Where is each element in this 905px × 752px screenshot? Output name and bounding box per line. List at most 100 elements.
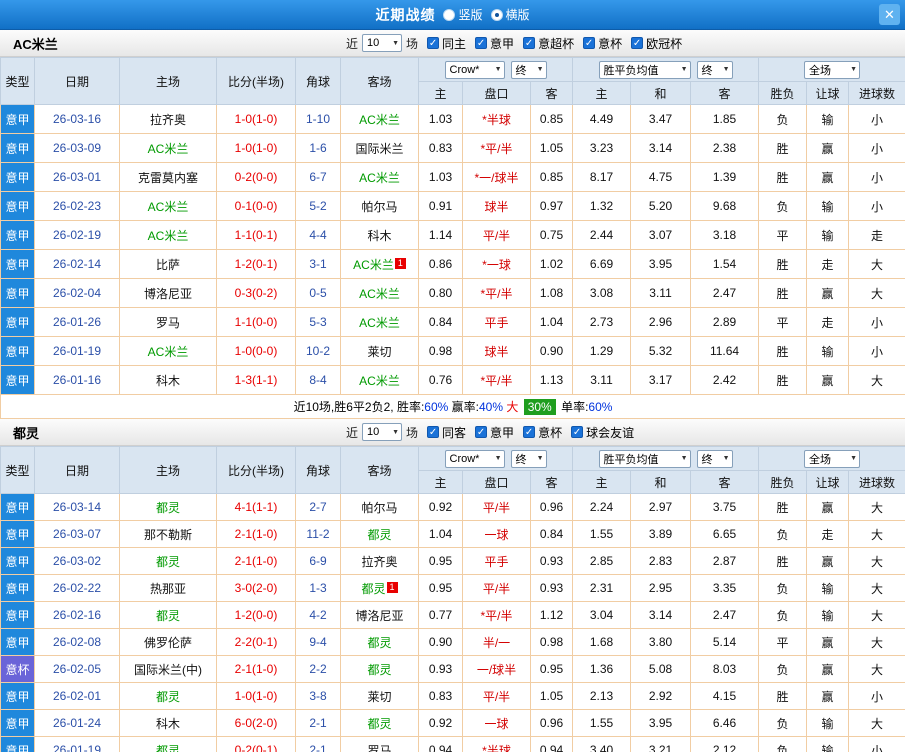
checkbox-label: 意杯 xyxy=(538,425,563,440)
column-header: 主 xyxy=(572,81,632,105)
filter-checkbox[interactable]: ✓ 意甲 xyxy=(475,35,514,52)
avg-final-select[interactable]: 终 ▼ xyxy=(696,449,733,468)
away-odds-cell: 0.93 xyxy=(529,574,574,602)
odds-company-select[interactable]: Crow* ▼ xyxy=(444,449,505,468)
team-name: AC米兰 xyxy=(13,36,58,52)
odds-company-select[interactable]: Crow* ▼ xyxy=(444,60,505,79)
avg-away-cell: 1.54 xyxy=(690,249,760,279)
checkbox-checked-icon: ✓ xyxy=(475,426,488,438)
filter-checkbox[interactable]: ✓ 意甲 xyxy=(475,424,514,441)
radio-vertical-layout[interactable]: 竖版 xyxy=(443,6,483,23)
radio-vertical-label: 竖版 xyxy=(458,8,483,22)
away-team-cell: 帕尔马 xyxy=(340,493,419,521)
odds-final-select[interactable]: 终 ▼ xyxy=(510,449,547,468)
home-team-cell: 拉齐奥 xyxy=(119,104,217,134)
column-header: 主场 xyxy=(119,446,217,494)
date-cell: 26-01-26 xyxy=(34,307,120,337)
date-cell: 26-02-08 xyxy=(34,628,120,656)
home-odds-cell: 1.04 xyxy=(418,520,463,548)
checkbox-label: 意杯 xyxy=(598,36,623,51)
summary-segment: 40% xyxy=(479,400,504,414)
filter-checkbox[interactable]: ✓ 意杯 xyxy=(523,424,562,441)
league-type-cell: 意甲 xyxy=(0,736,35,752)
column-header: 主 xyxy=(572,470,632,494)
avg-home-cell: 2.24 xyxy=(572,493,632,521)
team-section-1: AC米兰近 10 ▼ 场 ✓ 同主 ✓ 意甲 ✓ 意超杯 ✓ 意杯 ✓ 欧冠杯 类型 日期 主场 比分(半场) 角球… xyxy=(0,30,905,419)
odds-final-select[interactable]: 终 ▼ xyxy=(510,60,547,79)
date-cell: 26-02-19 xyxy=(34,220,120,250)
avg-draw-cell: 3.47 xyxy=(630,104,692,134)
table-row: 意甲 26-02-23 AC米兰 0-1(0-0) 5-2 帕尔马 0.91 球半 0.97 1.… xyxy=(0,191,905,221)
goals-result-cell: 小 xyxy=(848,682,905,710)
filter-checkbox[interactable]: ✓ 同客 xyxy=(427,424,466,441)
spread-result-cell: 走 xyxy=(806,520,850,548)
avg-odds-select[interactable]: 胜平负均值 ▼ xyxy=(598,449,691,468)
filter-checkbox[interactable]: ✓ 同主 xyxy=(427,35,466,52)
filter-checkbox[interactable]: ✓ 意杯 xyxy=(583,35,622,52)
close-button[interactable]: ✕ xyxy=(879,4,900,25)
home-team-cell: 克雷莫内塞 xyxy=(119,162,217,192)
radio-horizontal-layout[interactable]: 横版 xyxy=(490,6,530,23)
home-team-cell: 博洛尼亚 xyxy=(119,278,217,308)
scope-select[interactable]: 全场 ▼ xyxy=(804,449,861,468)
away-team-cell: 都灵 xyxy=(340,628,419,656)
home-team-name: 都灵 xyxy=(155,689,180,704)
match-count-select[interactable]: 10 ▼ xyxy=(362,34,403,52)
odds-final-select-value: 终 xyxy=(515,453,527,466)
matches-label: 场 xyxy=(406,36,419,51)
league-type-cell: 意甲 xyxy=(0,307,35,337)
spread-result-cell: 输 xyxy=(806,601,850,629)
handicap-cell: 球半 xyxy=(462,336,531,366)
home-team-name: 国际米兰(中) xyxy=(134,662,202,677)
away-team-cell: AC米兰 xyxy=(340,162,419,192)
avg-final-select[interactable]: 终 ▼ xyxy=(696,60,733,79)
home-team-name: AC米兰 xyxy=(147,141,189,156)
goals-result-cell: 大 xyxy=(848,628,905,656)
radio-checked-icon xyxy=(490,8,503,21)
date-cell: 26-01-19 xyxy=(34,336,120,366)
goals-result-cell: 大 xyxy=(848,601,905,629)
date-cell: 26-02-14 xyxy=(34,249,120,279)
avg-odds-select[interactable]: 胜平负均值 ▼ xyxy=(598,60,691,79)
column-header: 客场 xyxy=(340,57,419,105)
odds-company-select-value: Crow* xyxy=(449,452,480,465)
chevron-down-icon: ▼ xyxy=(494,455,502,462)
corner-cell: 2-1 xyxy=(295,709,341,737)
home-odds-cell: 0.91 xyxy=(418,191,463,221)
match-count-select-value: 10 xyxy=(367,426,380,438)
filter-checkbox[interactable]: ✓ 欧冠杯 xyxy=(631,35,682,52)
filter-checkbox[interactable]: ✓ 球会友谊 xyxy=(571,424,634,441)
result-cell: 胜 xyxy=(758,336,808,366)
away-odds-cell: 1.05 xyxy=(529,133,574,163)
score-cell: 2-1(1-0) xyxy=(216,547,296,575)
home-team-name: 都灵 xyxy=(155,743,180,752)
column-header: 胜负 xyxy=(758,81,808,105)
spread-result-cell: 赢 xyxy=(806,655,850,683)
away-team-cell: 都灵 xyxy=(340,709,419,737)
home-odds-cell: 0.77 xyxy=(418,601,463,629)
spread-result-cell: 走 xyxy=(806,307,850,337)
avg-away-cell: 3.18 xyxy=(690,220,760,250)
away-team-cell: AC米兰 1 xyxy=(340,249,419,279)
corner-cell: 0-5 xyxy=(295,278,341,308)
away-odds-cell: 1.12 xyxy=(529,601,574,629)
scope-select[interactable]: 全场 ▼ xyxy=(804,60,861,79)
titlebar: 近期战绩 竖版 横版 ✕ xyxy=(0,0,905,30)
corner-cell: 5-2 xyxy=(295,191,341,221)
avg-home-cell: 1.68 xyxy=(572,628,632,656)
filter-checkbox[interactable]: ✓ 意超杯 xyxy=(523,35,574,52)
avg-away-cell: 5.14 xyxy=(690,628,760,656)
match-count-select[interactable]: 10 ▼ xyxy=(362,423,403,441)
away-team-cell: 拉齐奥 xyxy=(340,547,419,575)
corner-cell: 6-9 xyxy=(295,547,341,575)
score-cell: 3-0(2-0) xyxy=(216,574,296,602)
league-type-cell: 意杯 xyxy=(0,655,35,683)
home-team-cell: 都灵 xyxy=(119,493,217,521)
away-team-cell: 都灵 xyxy=(340,520,419,548)
column-header: 类型 xyxy=(0,446,35,494)
column-header: 进球数 xyxy=(848,81,905,105)
score-cell: 1-0(0-0) xyxy=(216,336,296,366)
handicap-cell: 球半 xyxy=(462,191,531,221)
summary-segment: 60% xyxy=(588,400,613,414)
result-cell: 平 xyxy=(758,307,808,337)
